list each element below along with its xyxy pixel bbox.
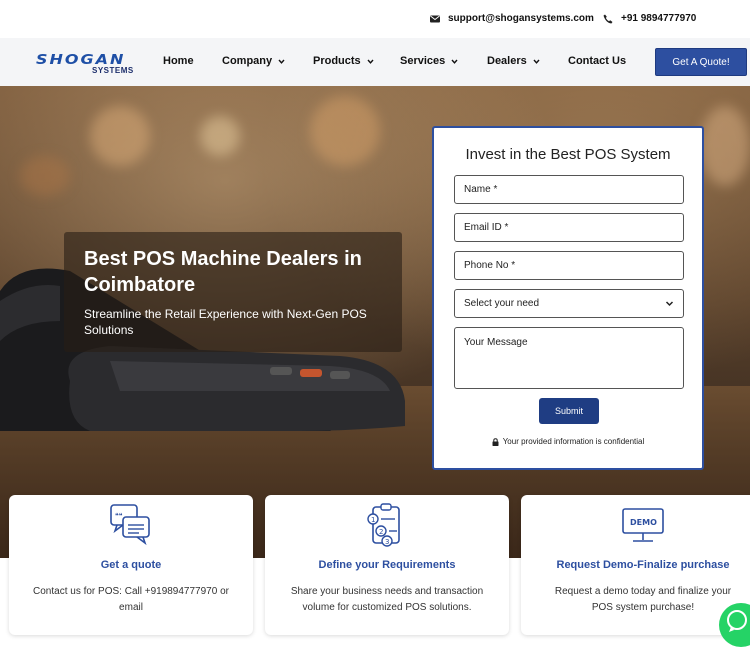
phone-field[interactable]: Phone No * xyxy=(454,251,684,280)
bokeh-light xyxy=(310,96,380,166)
svg-text:DEMO: DEMO xyxy=(630,518,657,527)
checklist-icon: 1 2 3 xyxy=(367,503,400,547)
card-title: Request Demo-Finalize purchase xyxy=(556,559,730,571)
bokeh-light xyxy=(20,156,70,196)
submit-button[interactable]: Submit xyxy=(539,398,599,424)
phone-text: +91 9894777970 xyxy=(621,13,697,24)
envelope-icon xyxy=(430,15,440,22)
logo-subtitle: SYSTEMS xyxy=(92,66,134,75)
phone-contact[interactable]: +91 9894777970 xyxy=(603,13,696,24)
nav-company[interactable]: Company xyxy=(222,55,285,67)
nav-dealers[interactable]: Dealers xyxy=(487,55,540,67)
demo-screen-icon: DEMO xyxy=(622,508,664,542)
bokeh-light xyxy=(700,106,750,186)
chevron-down-icon xyxy=(367,59,374,64)
svg-text:2: 2 xyxy=(379,528,383,536)
nav-contact-us[interactable]: Contact Us xyxy=(568,55,626,67)
hero-text-box: Best POS Machine Dealers in Coimbatore S… xyxy=(64,232,402,352)
email-placeholder: Email ID * xyxy=(464,222,509,233)
confidential-text: Your provided information is confidentia… xyxy=(502,437,645,446)
name-field[interactable]: Name * xyxy=(454,175,684,204)
phone-icon xyxy=(603,14,613,23)
feature-card-quote: ❝❝ Get a quote Contact us for POS: Call … xyxy=(9,495,253,635)
top-contact-bar: support@shogansystems.com +91 9894777970 xyxy=(0,0,750,38)
need-select-value: Select your need xyxy=(464,298,540,309)
card-title: Get a quote xyxy=(100,559,162,571)
svg-text:1: 1 xyxy=(371,516,375,524)
chat-bubbles-icon: ❝❝ xyxy=(110,504,150,546)
whatsapp-icon xyxy=(727,610,747,632)
email-contact[interactable]: support@shogansystems.com xyxy=(430,13,594,24)
card-description: Request a demo today and finalize your P… xyxy=(554,586,732,613)
nav-home[interactable]: Home xyxy=(163,55,194,67)
confidential-note: Your provided information is confidentia… xyxy=(434,437,702,446)
hero-section: Best POS Machine Dealers in Coimbatore S… xyxy=(0,86,750,558)
nav-dealers-label: Dealers xyxy=(487,55,527,67)
svg-text:❝❝: ❝❝ xyxy=(115,512,123,520)
chevron-down-icon xyxy=(451,59,458,64)
nav-services[interactable]: Services xyxy=(400,55,458,67)
phone-placeholder: Phone No * xyxy=(464,260,516,271)
name-placeholder: Name * xyxy=(464,184,498,195)
card-description: Share your business needs and transactio… xyxy=(290,586,484,613)
email-text: support@shogansystems.com xyxy=(448,13,594,24)
bokeh-light xyxy=(200,116,240,156)
chevron-down-icon xyxy=(665,301,674,307)
logo[interactable]: SHOGAN SYSTEMS xyxy=(36,50,136,76)
feature-card-requirements: 1 2 3 Define your Requirements Share you… xyxy=(265,495,509,635)
nav-products-label: Products xyxy=(313,55,361,67)
hero-title: Best POS Machine Dealers in Coimbatore xyxy=(84,248,362,296)
need-select[interactable]: Select your need xyxy=(454,289,684,318)
feature-card-demo: DEMO Request Demo-Finalize purchase Requ… xyxy=(521,495,750,635)
message-textarea[interactable]: Your Message xyxy=(454,327,684,389)
whatsapp-chat-button[interactable] xyxy=(719,603,750,647)
message-placeholder: Your Message xyxy=(464,337,528,348)
get-quote-button[interactable]: Get A Quote! xyxy=(655,48,747,76)
bokeh-light xyxy=(90,106,150,166)
card-title: Define your Requirements xyxy=(318,559,456,571)
hero-subtitle: Streamline the Retail Experience with Ne… xyxy=(84,307,367,337)
nav-services-label: Services xyxy=(400,55,446,67)
nav-contact-label: Contact Us xyxy=(568,55,627,67)
chevron-down-icon xyxy=(533,59,540,64)
lock-icon xyxy=(492,437,499,446)
nav-home-label: Home xyxy=(163,55,194,67)
svg-text:3: 3 xyxy=(385,538,389,546)
nav-products[interactable]: Products xyxy=(313,55,374,67)
card-description: Contact us for POS: Call +919894777970 o… xyxy=(33,586,229,613)
form-title: Invest in the Best POS System xyxy=(465,146,671,163)
email-field[interactable]: Email ID * xyxy=(454,213,684,242)
main-navigation: SHOGAN SYSTEMS Home Company Products Ser… xyxy=(0,38,750,86)
quote-form-card: Invest in the Best POS System Name * Ema… xyxy=(432,126,704,470)
chevron-down-icon xyxy=(278,59,285,64)
nav-company-label: Company xyxy=(222,55,273,67)
